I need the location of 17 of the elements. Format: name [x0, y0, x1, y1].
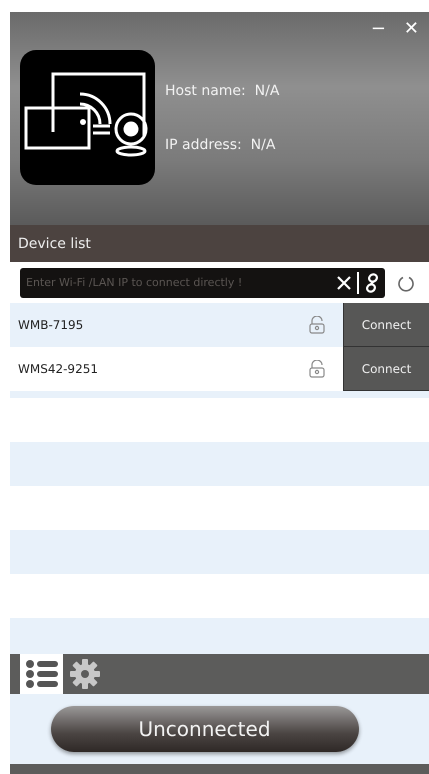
- lock-icon: [309, 360, 325, 378]
- connect-button[interactable]: Connect: [343, 347, 429, 391]
- device-name: WMB-7195: [17, 318, 84, 332]
- host-name-label: Host name: N/A: [165, 82, 280, 98]
- connect-button[interactable]: Connect: [343, 303, 429, 347]
- close-button[interactable]: ✕: [398, 16, 425, 41]
- ip-address-label: IP address: N/A: [165, 136, 276, 152]
- ip-input-field[interactable]: Enter Wi-Fi /LAN IP to connect directly !: [20, 268, 385, 298]
- app-logo-icon: [20, 50, 155, 185]
- link-icon[interactable]: [365, 272, 379, 292]
- list-tab[interactable]: [20, 654, 63, 694]
- clear-icon[interactable]: [337, 276, 351, 290]
- device-name: WMS42-9251: [17, 362, 99, 376]
- status-button[interactable]: Unconnected: [50, 706, 358, 752]
- section-title: Device list: [18, 236, 91, 252]
- lock-icon: [309, 316, 325, 334]
- minimize-button[interactable]: −: [364, 16, 392, 41]
